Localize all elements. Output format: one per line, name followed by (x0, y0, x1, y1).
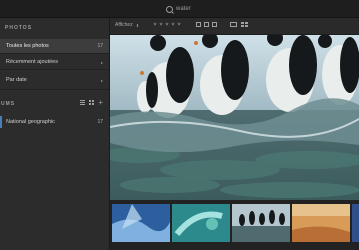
flag-icon[interactable] (204, 22, 209, 27)
search-icon (166, 5, 173, 13)
search-query[interactable]: water (176, 6, 191, 12)
divider (0, 89, 109, 90)
albums-section-header: UMS (1, 101, 16, 107)
add-album-icon[interactable]: + (98, 99, 103, 107)
flag-icon[interactable] (212, 22, 217, 27)
thumbnail[interactable] (232, 204, 290, 242)
thumbnail[interactable] (292, 204, 350, 242)
updown-arrows-icon: ⬍ (135, 22, 140, 28)
sort-label: Affichez (115, 22, 133, 28)
grid-view-icon[interactable] (89, 100, 95, 105)
flag-icon[interactable] (196, 22, 201, 27)
star-icon[interactable] (159, 22, 163, 26)
album-count: 17 (97, 119, 103, 125)
divider (0, 53, 109, 54)
sidebar-item-label: Récemment ajoutées (6, 59, 58, 65)
chevron-right-icon: ▸ (100, 59, 103, 65)
thumbnail-image (172, 204, 230, 242)
thumbnail-image (112, 204, 170, 242)
album-national-geographic[interactable]: National geographic 17 (0, 115, 109, 129)
penguins-photo (110, 35, 359, 200)
divider (0, 69, 109, 70)
chevron-right-icon: ▸ (100, 77, 103, 83)
sort-selector[interactable]: Affichez ⬍ (115, 22, 139, 28)
star-icon[interactable] (165, 22, 169, 26)
rating-filter[interactable] (153, 22, 181, 26)
grid-view-icon[interactable] (241, 22, 248, 27)
thumbnail-image (352, 204, 359, 242)
star-icon[interactable] (177, 22, 181, 26)
star-icon[interactable] (153, 22, 157, 26)
filmstrip (110, 200, 359, 250)
star-icon[interactable] (171, 22, 175, 26)
album-view-tools: + (80, 99, 103, 107)
sidebar-item-all-photos[interactable]: Toutes les photos 17 (0, 39, 109, 53)
flag-filter (196, 22, 217, 27)
single-view-icon[interactable] (230, 22, 237, 27)
thumbnail[interactable] (112, 204, 170, 242)
thumbnail[interactable] (352, 204, 359, 242)
sidebar-item-label: Par date (6, 77, 27, 83)
sidebar-item-recently-added[interactable]: Récemment ajoutées ▸ (0, 55, 109, 69)
photo-viewer[interactable] (110, 35, 359, 200)
view-mode-switch (230, 22, 248, 27)
thumbnail-image (232, 204, 290, 242)
viewer-toolbar: Affichez ⬍ (110, 18, 359, 35)
sidebar-item-by-date[interactable]: Par date ▸ (0, 73, 109, 87)
photos-section-header: PHOTOS (5, 25, 33, 31)
search-field[interactable]: water (166, 4, 191, 14)
album-label: National geographic (6, 119, 55, 125)
thumbnail[interactable] (172, 204, 230, 242)
sidebar: PHOTOS Toutes les photos 17 Récemment aj… (0, 18, 110, 250)
list-view-icon[interactable] (80, 100, 86, 105)
sidebar-item-label: Toutes les photos (6, 43, 49, 49)
thumbnail-image (292, 204, 350, 242)
photo-count: 17 (97, 43, 103, 49)
title-bar: water (0, 0, 359, 18)
